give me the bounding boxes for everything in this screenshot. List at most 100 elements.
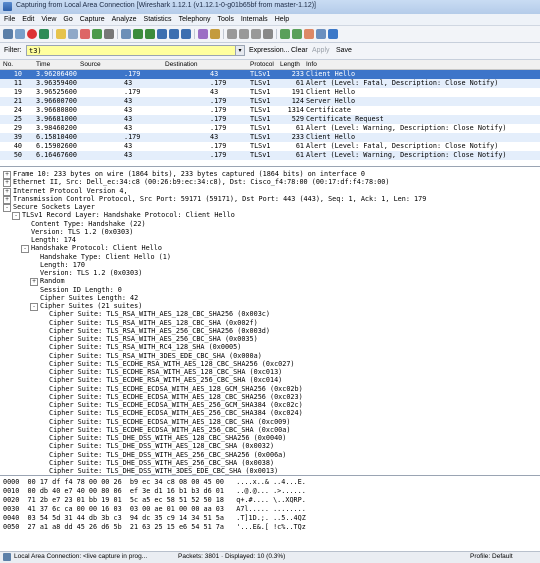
- packet-cell-info: Alert (Level: Warning, Description: Clos…: [306, 124, 507, 132]
- column-header-no[interactable]: No.: [3, 61, 13, 68]
- packet-cell-len: 529: [291, 115, 304, 123]
- menu-view[interactable]: View: [37, 14, 59, 25]
- stop-capture-icon[interactable]: [27, 29, 37, 39]
- packet-row[interactable]: 21 3.96600700 43 .179 TLSv1 124 Server Hello: [0, 97, 540, 106]
- normal-size-icon[interactable]: [251, 29, 261, 39]
- packet-cell-no: 10: [13, 70, 22, 78]
- packet-cell-no: 39: [13, 133, 22, 141]
- packet-cell-len: 61: [295, 79, 304, 87]
- column-header-destination[interactable]: Destination: [165, 61, 198, 68]
- detail-text: Internet Protocol Version 4,: [13, 186, 128, 195]
- display-filters-icon[interactable]: [292, 29, 302, 39]
- packet-row[interactable]: 40 6.15902600 43 .179 TLSv1 61 Alert (Level: F…: [0, 142, 540, 151]
- open-file-icon[interactable]: [56, 29, 66, 39]
- filter-bar: Filter: t3) ▾ Expression... Clear Apply …: [0, 43, 540, 60]
- detail-text: Cipher Suite: TLS_ECDHE_ECDSA_WITH_AES_2…: [49, 425, 291, 434]
- packet-row[interactable]: 50 6.16467600 43 .179 TLSv1 61 Alert (Level: W…: [0, 151, 540, 160]
- display-filter-input[interactable]: t3): [26, 45, 236, 56]
- zoom-out-icon[interactable]: [239, 29, 249, 39]
- zoom-in-icon[interactable]: [227, 29, 237, 39]
- column-header-source[interactable]: Source: [80, 61, 101, 68]
- go-to-packet-icon[interactable]: [157, 29, 167, 39]
- packet-row[interactable]: 24 3.96680800 43 .179 TLSv1 1314 Certificate: [0, 106, 540, 115]
- hex-dump-line[interactable]: 0030 41 37 6c ca 00 00 16 03 03 00 ae 01…: [3, 505, 306, 514]
- packet-cell-no: 40: [13, 142, 22, 150]
- menu-edit[interactable]: Edit: [18, 14, 37, 25]
- packet-row[interactable]: 10 3.96206400 .179 43 TLSv1 233 Client Hello: [0, 70, 540, 79]
- detail-text: Length: 174: [31, 236, 77, 244]
- menu-statistics[interactable]: Statistics: [140, 14, 175, 25]
- collapse-icon[interactable]: -: [30, 303, 38, 311]
- menu-file[interactable]: File: [0, 14, 18, 25]
- packet-cell-info: Alert (Level: Fatal, Description: Close …: [306, 142, 499, 150]
- preferences-icon[interactable]: [316, 29, 326, 39]
- column-header-info[interactable]: Info: [306, 61, 317, 68]
- reload-icon[interactable]: [92, 29, 102, 39]
- colorize-icon[interactable]: [198, 29, 208, 39]
- packet-row[interactable]: 11 3.96359400 43 .179 TLSv1 61 Alert (Level: F…: [0, 79, 540, 88]
- collapse-icon[interactable]: -: [12, 212, 20, 221]
- capture-filters-icon[interactable]: [280, 29, 290, 39]
- menu-capture[interactable]: Capture: [76, 14, 108, 25]
- go-last-icon[interactable]: [181, 29, 191, 39]
- toolbar-separator: [117, 29, 118, 39]
- packet-cell-time: 6.16467600: [36, 151, 77, 159]
- expert-info-icon[interactable]: [3, 553, 11, 561]
- menu-help[interactable]: Help: [271, 14, 292, 25]
- packet-row[interactable]: 19 3.96525600 .179 43 TLSv1 191 Client Hello: [0, 88, 540, 97]
- menu-internals[interactable]: Internals: [237, 14, 271, 25]
- column-header-protocol[interactable]: Protocol: [250, 61, 274, 68]
- find-packet-icon[interactable]: [121, 29, 131, 39]
- coloring-rules-icon[interactable]: [304, 29, 314, 39]
- resize-columns-icon[interactable]: [263, 29, 273, 39]
- save-filter-button[interactable]: Save: [336, 47, 352, 54]
- detail-text: Cipher Suite: TLS_DHE_DSS_WITH_AES_256_C…: [49, 458, 275, 467]
- detail-text: Cipher Suite: TLS_ECDHE_ECDSA_WITH_AES_1…: [49, 417, 291, 426]
- menu-analyze[interactable]: Analyze: [108, 14, 140, 25]
- hex-dump-line[interactable]: 0010 00 db 40 e7 40 00 80 06 ef 3e d1 16…: [3, 487, 306, 496]
- detail-text: Version: TLS 1.2 (0x0303): [31, 227, 134, 236]
- print-icon[interactable]: [104, 29, 114, 39]
- packet-row[interactable]: 29 3.98460200 43 .179 TLSv1 61 Alert (Level: W…: [0, 124, 540, 133]
- apply-button[interactable]: Apply: [312, 47, 330, 54]
- detail-text: Cipher Suite: TLS_RSA_WITH_3DES_EDE_CBC_…: [49, 351, 262, 360]
- packet-cell-src: 43: [124, 142, 133, 150]
- expression-button[interactable]: Expression...: [249, 47, 289, 54]
- clear-button[interactable]: Clear: [291, 47, 308, 54]
- column-header-time[interactable]: Time: [36, 61, 50, 68]
- packet-cell-src: 43: [124, 79, 133, 87]
- column-header-length[interactable]: Length: [280, 61, 300, 68]
- restart-capture-icon[interactable]: [39, 29, 49, 39]
- hex-dump-line[interactable]: 0000 00 17 df f4 78 00 00 26 b9 ec 34 c8…: [3, 478, 306, 487]
- packet-details-pane: + Frame 10: 233 bytes on wire (1864 bits)…: [0, 167, 540, 476]
- packet-cell-src: 43: [124, 151, 133, 159]
- wireshark-app-icon: [3, 2, 12, 11]
- packet-row[interactable]: 39 6.15810400 .179 43 TLSv1 233 Client Hello: [0, 133, 540, 142]
- menu-go[interactable]: Go: [59, 14, 75, 25]
- menu-tools[interactable]: Tools: [213, 14, 236, 25]
- menu-telephony[interactable]: Telephony: [175, 14, 214, 25]
- go-first-icon[interactable]: [169, 29, 179, 39]
- interfaces-icon[interactable]: [3, 29, 13, 39]
- hex-dump-line[interactable]: 0050 27 a1 a8 dd 45 26 d6 5b 21 63 25 15…: [3, 523, 306, 532]
- packet-cell-dst: 43: [210, 70, 219, 78]
- auto-scroll-icon[interactable]: [210, 29, 220, 39]
- detail-tree-item[interactable]: Cipher Suite: TLS_RSA_WITH_RC4_128_MD5 (…: [39, 475, 241, 476]
- save-file-icon[interactable]: [68, 29, 78, 39]
- status-profile[interactable]: Profile: Default: [470, 553, 513, 560]
- hex-dump-line[interactable]: 0040 03 54 5d 31 44 db 3b c3 94 dc 35 c9…: [3, 514, 306, 523]
- main-toolbar: [0, 26, 540, 43]
- help-icon[interactable]: [328, 29, 338, 39]
- menu-bar: File Edit View Go Capture Analyze Statistics Te…: [0, 14, 540, 26]
- packet-row[interactable]: 25 3.96681000 43 .179 TLSv1 529 Certificate Re…: [0, 115, 540, 124]
- go-back-icon[interactable]: [133, 29, 143, 39]
- capture-options-icon[interactable]: [15, 29, 25, 39]
- close-file-icon[interactable]: [80, 29, 90, 39]
- collapse-icon[interactable]: -: [21, 245, 29, 254]
- packet-list-pane: No. Time Source Destination Protocol Len…: [0, 60, 540, 167]
- filter-dropdown-icon[interactable]: ▾: [236, 45, 245, 56]
- hex-dump-line[interactable]: 0020 71 2b e7 23 01 bb 19 01 5c a5 ec 58…: [3, 496, 306, 505]
- packet-cell-src: 43: [124, 97, 133, 105]
- collapse-icon[interactable]: -: [3, 204, 11, 212]
- go-forward-icon[interactable]: [145, 29, 155, 39]
